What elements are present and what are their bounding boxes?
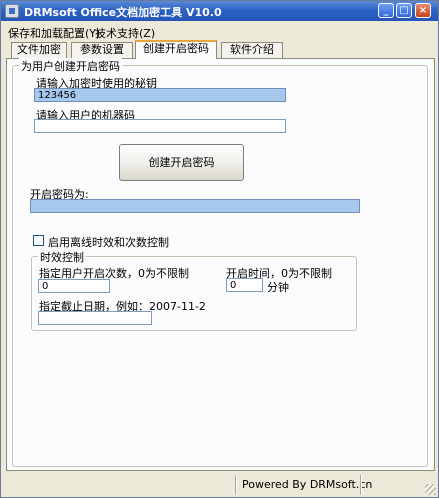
open-time-unit: 分钟	[267, 281, 289, 294]
resize-grip[interactable]	[425, 484, 436, 495]
secret-key-input[interactable]	[34, 88, 286, 102]
expiry-date-input[interactable]	[38, 311, 152, 325]
app-window: DRMsoft Office文档加密工具 V10.0 _ □ × 保存和加载配置…	[0, 0, 439, 498]
offline-control-label: 启用离线时效和次数控制	[48, 236, 169, 249]
title-bar[interactable]: DRMsoft Office文档加密工具 V10.0 _ □ ×	[1, 1, 438, 21]
minimize-button[interactable]: _	[378, 3, 394, 18]
menu-tech-support[interactable]: 技术支持(Z)	[95, 25, 155, 41]
machine-code-input[interactable]	[34, 119, 286, 133]
window-title: DRMsoft Office文档加密工具 V10.0	[24, 6, 222, 19]
open-time-input[interactable]	[226, 278, 263, 292]
open-count-input[interactable]	[38, 279, 110, 293]
menu-bar: 保存和加载配置(Y) 技术支持(Z)	[2, 22, 438, 40]
close-button[interactable]: ×	[415, 3, 431, 18]
time-control-group-title: 时效控制	[38, 249, 86, 265]
create-password-button[interactable]: 创建开启密码	[119, 144, 244, 181]
tab-create-open-password[interactable]: 创建开启密码	[135, 40, 217, 59]
tab-file-encrypt[interactable]: 文件加密	[11, 42, 67, 58]
tab-software-intro[interactable]: 软件介绍	[221, 42, 283, 58]
status-bar: Powered By DRMsoft.cn	[2, 473, 438, 497]
maximize-button[interactable]: □	[396, 3, 412, 18]
status-separator	[360, 475, 362, 495]
app-icon	[5, 4, 19, 18]
menu-save-load-config[interactable]: 保存和加载配置(Y)	[8, 25, 100, 41]
status-separator	[235, 475, 237, 495]
offline-control-checkbox[interactable]	[33, 235, 44, 246]
tab-parameter-settings[interactable]: 参数设置	[71, 42, 133, 58]
open-password-output[interactable]	[30, 199, 360, 213]
status-text: Powered By DRMsoft.cn	[242, 478, 373, 491]
create-password-group-title: 为用户创建开启密码	[19, 58, 122, 74]
